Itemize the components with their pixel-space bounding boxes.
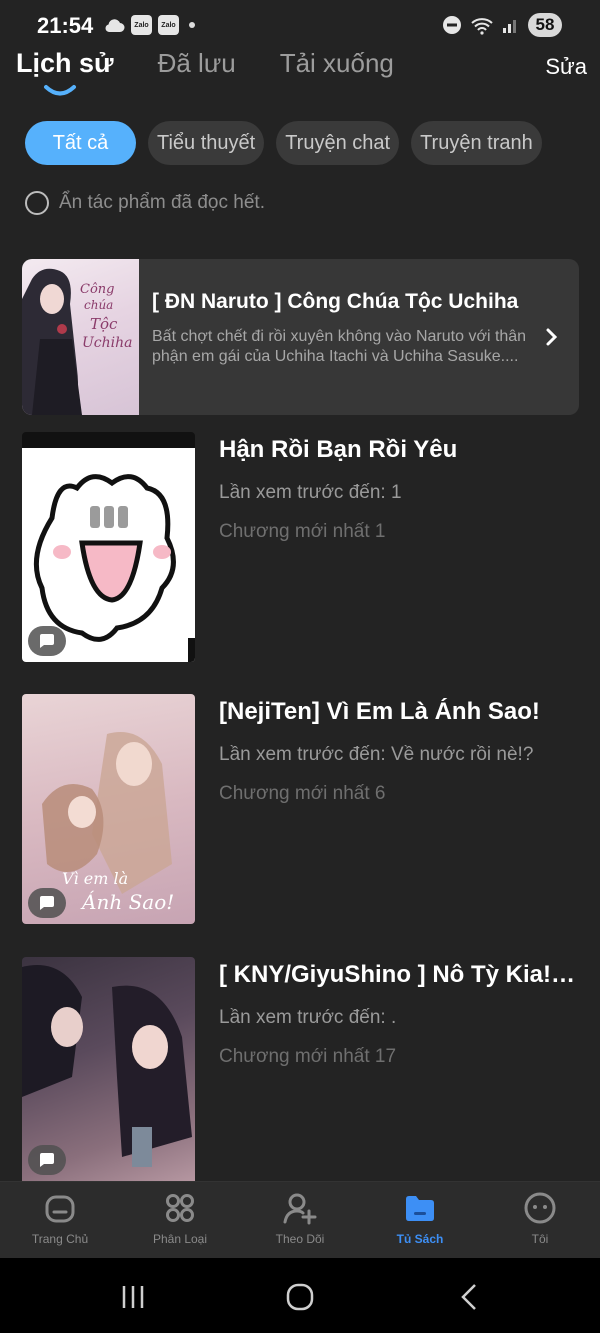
folder-icon [406,1196,434,1221]
nav-following[interactable]: Theo Dõi [240,1182,360,1258]
nav-home[interactable]: Trang Chủ [0,1182,120,1258]
recent-apps-icon[interactable] [118,1282,148,1312]
featured-title: [ ĐN Naruto ] Công Chúa Tộc Uchiha [152,290,519,313]
list-item[interactable]: Vì em là Ánh Sao! [NejiTen] Vì Em Là Ánh… [22,694,582,926]
face-icon [524,1192,556,1224]
status-right-icons: 58 [442,13,562,37]
battery-indicator: 58 [528,13,562,37]
featured-card[interactable]: Công chúa Tộc Uchiha [ ĐN Naruto ] Công … [22,259,579,415]
tab-saved[interactable]: Đã lưu [158,48,236,79]
item-last-read: Lần xem trước đến: Về nước rồi nè!? [219,744,534,765]
active-tab-indicator [44,85,76,96]
list-item[interactable]: [ KNY/GiyuShino ] Nô Tỳ Kia! N... Lần xe… [22,957,582,1181]
tab-label: Lịch sử [16,48,114,78]
hide-finished-toggle[interactable]: Ẩn tác phẩm đã đọc hết. [25,191,265,215]
item-last-read: Lần xem trước đến: . [219,1007,397,1028]
bottom-nav: Trang Chủ Phân Loại Theo Dõi Tủ Sách Tôi [0,1181,600,1258]
home-button-icon[interactable] [285,1282,315,1312]
filter-all[interactable]: Tất cả [25,121,136,165]
cover-image [22,957,195,1181]
follow-user-icon [283,1193,317,1225]
status-notification-icons: Zalo Zalo [103,15,195,35]
grid-icon [166,1194,194,1222]
wifi-icon [471,18,493,35]
cover-image: Vì em là Ánh Sao! [22,694,195,924]
nav-profile[interactable]: Tôi [480,1182,600,1258]
chat-bubble-icon [40,1153,54,1167]
item-title: [NejiTen] Vì Em Là Ánh Sao! [219,698,540,725]
nav-label: Tủ Sách [396,1232,444,1246]
nav-categories[interactable]: Phân Loại [120,1182,240,1258]
cover-image [22,432,195,662]
library-tabs: Lịch sử Đã lưu Tải xuống [16,48,438,96]
svg-text:chúa: chúa [84,298,113,312]
signal-icon [503,20,516,33]
tab-label: Đã lưu [157,48,236,78]
svg-text:Ánh Sao!: Ánh Sao! [80,890,174,914]
home-icon [45,1195,75,1223]
radio-button[interactable] [25,191,49,215]
svg-text:Vì em là: Vì em là [62,869,128,888]
tab-history[interactable]: Lịch sử [16,48,114,96]
featured-description: Bất chợt chết đi rồi xuyên không vào Nar… [152,328,527,365]
nav-label: Tôi [531,1232,549,1246]
back-icon[interactable] [455,1282,485,1312]
item-last-read: Lần xem trước đến: 1 [219,482,402,503]
edit-button[interactable]: Sửa [545,54,587,80]
featured-cover-image: Công chúa Tộc Uchiha [22,259,139,415]
do-not-disturb-icon [443,16,461,34]
cloud-icon [105,19,125,32]
filter-comic[interactable]: Truyện tranh [411,121,542,165]
item-latest-chapter: Chương mới nhất 17 [219,1046,397,1067]
hide-finished-label: Ẩn tác phẩm đã đọc hết. [59,192,265,213]
chat-bubble-icon [40,896,54,910]
item-latest-chapter: Chương mới nhất 6 [219,783,386,804]
filter-chips: Tất cả Tiểu thuyết Truyện chat Truyện tr… [25,121,542,165]
chat-story-badge [28,626,66,656]
item-latest-chapter: Chương mới nhất 1 [219,521,386,542]
chat-story-badge [28,888,66,918]
list-item[interactable]: Hận Rồi Bạn Rồi Yêu Lần xem trước đến: 1… [22,432,582,664]
nav-label: Phân Loại [152,1232,208,1246]
item-title: Hận Rồi Bạn Rồi Yêu [219,436,458,463]
nav-label: Trang Chủ [31,1232,89,1246]
chat-story-badge [28,1145,66,1175]
svg-text:Uchiha: Uchiha [82,335,133,351]
chat-bubble-icon [40,634,54,648]
svg-text:Tộc: Tộc [90,315,118,333]
zalo-icon: Zalo [131,15,152,35]
tab-label: Tải xuống [279,48,394,78]
status-bar: 21:54 Zalo Zalo 58 [0,0,600,52]
nav-bookshelf[interactable]: Tủ Sách [360,1182,480,1258]
filter-novel[interactable]: Tiểu thuyết [148,121,265,165]
zalo-icon: Zalo [158,15,179,35]
system-nav-bar [0,1258,600,1333]
chevron-right-icon [546,328,558,346]
notification-dot-icon [189,22,195,28]
status-time: 21:54 [37,13,94,38]
item-title: [ KNY/GiyuShino ] Nô Tỳ Kia! N... [219,961,579,988]
cover-title-text: Công [80,282,114,297]
nav-label: Theo Dõi [275,1232,325,1246]
filter-chat-story[interactable]: Truyện chat [276,121,400,165]
tab-downloads[interactable]: Tải xuống [280,48,394,79]
